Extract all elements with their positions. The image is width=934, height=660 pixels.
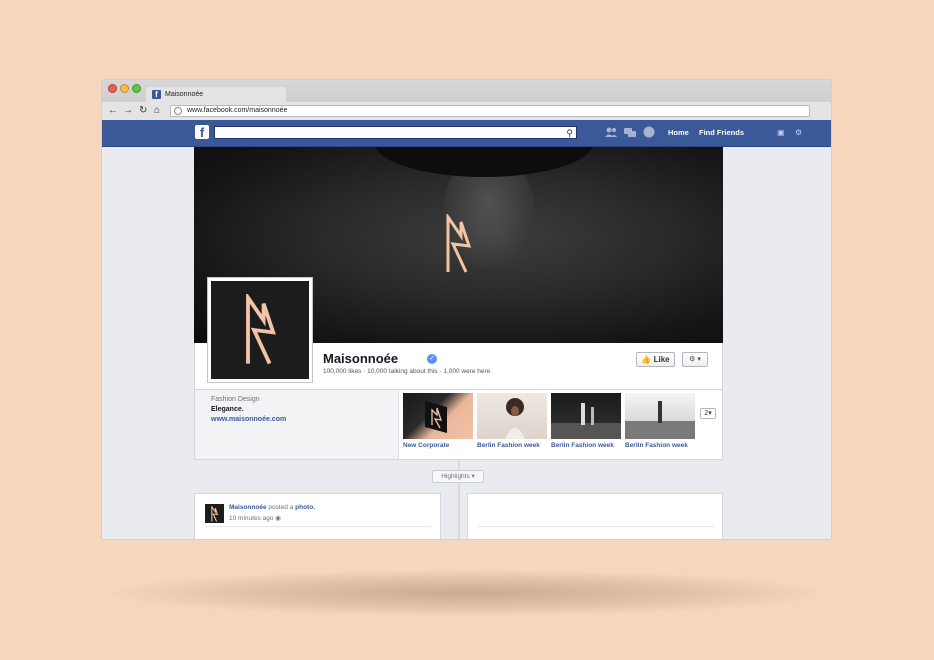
post-author-link[interactable]: Maisonnoée [229,504,267,511]
home-icon[interactable]: ⌂ [154,105,160,117]
highlights-label: Highlights [441,473,470,480]
public-globe-icon: ◉ [275,515,281,522]
brand-monogram-icon [246,294,276,365]
window-controls [108,84,141,93]
reload-icon[interactable]: ↻ [139,105,147,117]
timeline-post-placeholder [467,493,723,539]
minimize-window-button[interactable] [120,84,129,93]
photo-caption[interactable]: Berlin Fashion week [551,442,614,449]
brand-monogram-icon [446,214,472,273]
forward-arrow-icon[interactable]: → [123,105,133,117]
browser-toolbar: ← → ↻ ⌂ www.facebook.com/maisonnoée [102,102,831,120]
messages-icon[interactable] [623,125,637,139]
about-and-photos: Fashion Design Elegance. www.maisonnoée.… [194,390,723,460]
facebook-logo-icon[interactable]: f [195,125,209,140]
window-shadow [110,570,824,616]
runway-audience-image [625,401,695,439]
find-friends-link[interactable]: Find Friends [699,128,744,137]
facebook-favicon-icon: f [152,90,161,99]
photo-thumbnail[interactable] [625,393,695,439]
settings-gear-icon[interactable]: ⚙ [795,128,802,137]
thumbs-up-icon: 👍 [641,355,652,364]
back-arrow-icon[interactable]: ← [108,105,118,117]
photo-caption[interactable]: Berlin Fashion week [477,442,540,449]
runway-model-image [505,398,525,439]
browser-chrome: f Maisonnoée ← → ↻ ⌂ www.facebook.com/ma… [102,80,831,120]
website-link[interactable]: www.maisonnoée.com [211,416,286,423]
page-settings-dropdown[interactable]: ⚙ ▾ [682,352,708,367]
cover-hat-shape [374,147,594,177]
address-text: www.facebook.com/maisonnoée [187,107,288,114]
page-title[interactable]: Maisonnoée [323,351,398,366]
page-stats: 100,000 likes · 10,000 talking about thi… [323,368,491,375]
photo-caption[interactable]: Berlin Fashion week [625,442,688,449]
post-headline: Maisonnoée posted a photo. [229,504,315,511]
timeline-post: Maisonnoée posted a photo. 10 minutes ag… [194,493,441,539]
post-timestamp[interactable]: 10 minutes ago [229,515,273,522]
photo-thumbnail[interactable] [477,393,547,439]
home-link[interactable]: Home [668,128,689,137]
divider [478,526,714,527]
verified-check-icon: ✓ [427,354,437,364]
runway-show-image [551,403,621,439]
like-button[interactable]: 👍 Like [636,352,675,367]
post-action: posted a [268,504,294,511]
facebook-page: Maisonnoée ✓ 100,000 likes · 10,000 talk… [194,147,723,539]
zoom-window-button[interactable] [132,84,141,93]
chevron-down-icon: ▾ [697,356,701,363]
search-icon[interactable]: ⚲ [566,127,573,139]
brand-card-image [425,401,447,433]
tab-title: Maisonnoée [165,91,204,98]
like-button-label: Like [653,355,670,364]
facebook-header: f ⚲ Home Find Friends ▣ ⚙ [102,120,831,147]
photo-thumbnail[interactable] [551,393,621,439]
browser-tab[interactable]: f Maisonnoée [146,87,286,102]
profile-picture[interactable] [207,277,313,383]
notifications-globe-icon[interactable] [642,125,656,139]
avatar[interactable] [205,504,224,523]
divider [205,526,430,527]
chevron-down-icon: ▾ [471,473,475,480]
close-window-button[interactable] [108,84,117,93]
brand-monogram-icon [211,505,219,522]
address-bar[interactable]: www.facebook.com/maisonnoée [170,105,810,117]
photo-caption[interactable]: New Corporate [403,442,449,449]
browser-window: f Maisonnoée ← → ↻ ⌂ www.facebook.com/ma… [102,80,831,539]
page-category: Fashion Design [211,396,260,403]
profile-picture-image [211,281,309,379]
highlights-dropdown[interactable]: Highlights ▾ [432,470,484,483]
more-photos-button[interactable]: 2▾ [700,408,716,419]
about-section: Fashion Design Elegance. www.maisonnoée.… [195,390,399,459]
photo-thumbnail[interactable] [403,393,473,439]
post-object-link[interactable]: photo. [295,504,315,511]
account-card-icon[interactable]: ▣ [777,128,785,137]
facebook-search-input[interactable]: ⚲ [214,126,577,139]
globe-icon [174,107,182,115]
page-description: Elegance. [211,406,244,413]
post-meta: 10 minutes ago ◉ [229,514,281,522]
chevron-down-icon: ▾ [708,410,712,417]
gear-icon: ⚙ [689,356,696,363]
friend-requests-icon[interactable] [604,125,618,139]
